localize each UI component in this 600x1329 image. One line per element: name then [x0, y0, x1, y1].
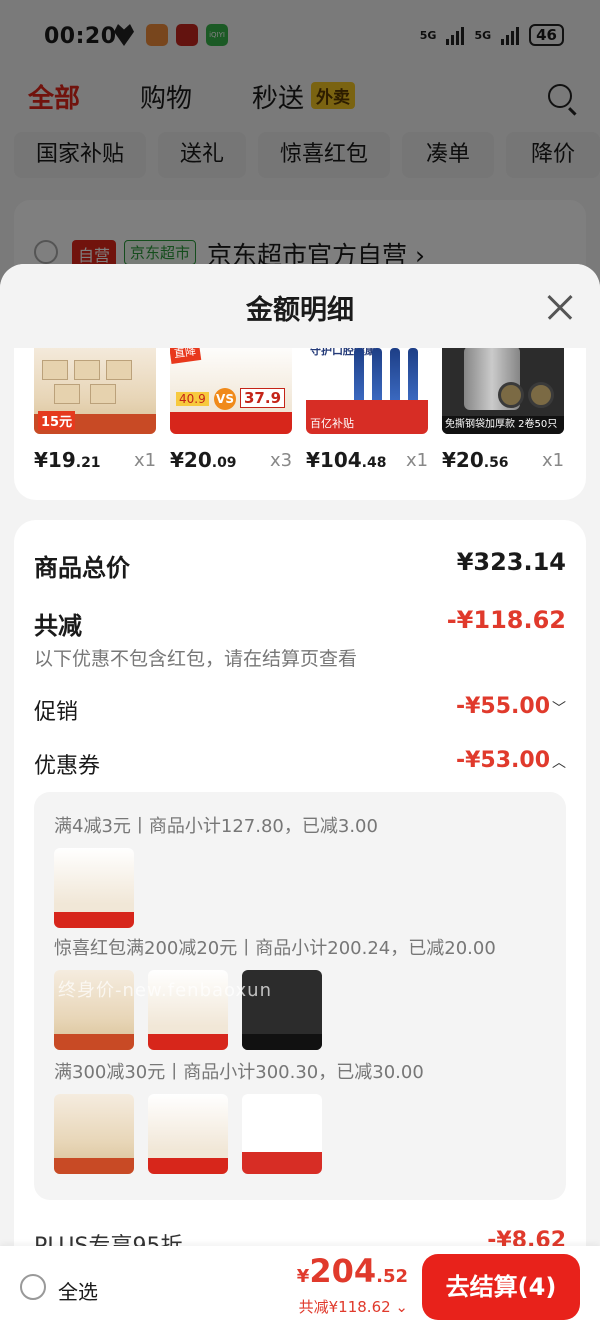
product-list: 15元 ¥19.21 x1 直降 40.9 VS 37.9 ¥20.09 x3 …	[14, 348, 586, 500]
subsidy-badge: 百亿补贴	[310, 417, 354, 430]
promo-value: -¥55.00	[455, 694, 550, 719]
promo-row[interactable]: -¥55.00 ﹀	[456, 694, 566, 719]
product-label: 守护口腔健康	[310, 348, 376, 357]
product-tag: 15元	[38, 411, 76, 430]
sheet-header: 金额明细	[0, 264, 600, 348]
vs-icon: VS	[214, 388, 236, 410]
saved-amount[interactable]: 共减¥118.62 ⌄	[299, 1296, 408, 1317]
coupon-rule: 惊喜红包满200减20元丨商品小计200.24，已减20.00	[54, 938, 496, 959]
promo-stamp-icon: 直降	[170, 348, 202, 364]
coupon-products	[54, 1094, 322, 1174]
reduce-value: -¥118.62	[446, 606, 566, 634]
coupon-rule: 满4减3元丨商品小计127.80，已减3.00	[54, 816, 378, 837]
chevron-down-icon: ﹀	[552, 701, 566, 717]
product-qty: x1	[406, 450, 429, 471]
product-price: ¥19.21	[34, 448, 101, 472]
sheet-title: 金额明细	[246, 295, 354, 326]
total-price: ¥204.52	[296, 1252, 408, 1290]
product-image: 免撕钢袋加厚款 2卷50只	[442, 348, 564, 434]
amount-breakdown: 商品总价 ¥323.14 共减 -¥118.62 以下优惠不包含红包，请在结算页…	[14, 520, 586, 1280]
watermark: 终身价-new.fenbaoxun	[58, 980, 272, 1001]
coupon-rule: 满300减30元丨商品小计300.30，已减30.00	[54, 1062, 424, 1083]
product-qty: x1	[134, 450, 157, 471]
product-image: 守护口腔健康 百亿补贴	[306, 348, 428, 434]
compare-price: 40.9	[176, 392, 209, 406]
checkout-bar: 全选 ¥204.52 共减¥118.62 ⌄ 去结算(4)	[0, 1246, 600, 1329]
chevron-up-icon: ︿	[552, 755, 566, 771]
coupon-row[interactable]: -¥53.00 ︿	[456, 748, 566, 773]
mini-product-image	[54, 1094, 134, 1174]
mini-product-image	[242, 1094, 322, 1174]
reduce-label: 共减	[34, 612, 82, 640]
coupon-label[interactable]: 优惠券	[34, 748, 100, 780]
select-all-label[interactable]: 全选	[58, 1276, 98, 1305]
promo-label[interactable]: 促销	[34, 694, 78, 726]
product-image: 直降 40.9 VS 37.9	[170, 348, 292, 434]
mini-product-image	[148, 1094, 228, 1174]
reduce-note: 以下优惠不包含红包，请在结算页查看	[34, 648, 358, 670]
mini-product-image	[54, 848, 134, 928]
goods-total-label: 商品总价	[34, 554, 130, 582]
product-qty: x3	[270, 450, 293, 471]
product-price: ¥20.09	[170, 448, 237, 472]
deal-price: 37.9	[240, 388, 286, 408]
select-all-radio[interactable]	[20, 1274, 46, 1300]
close-icon[interactable]	[546, 294, 572, 320]
product-band: 免撕钢袋加厚款 2卷50只	[442, 416, 564, 434]
product-price: ¥20.56	[442, 448, 509, 472]
product-price: ¥104.48	[306, 448, 387, 472]
product-qty: x1	[542, 450, 565, 471]
goods-total-value: ¥323.14	[456, 548, 566, 576]
amount-detail-sheet: 金额明细 15元 ¥19.21 x1 直降 40.9 VS 37.9 ¥20.0…	[0, 264, 600, 1329]
product-image: 15元	[34, 348, 156, 434]
coupon-products	[54, 848, 134, 928]
checkout-button[interactable]: 去结算(4)	[422, 1254, 580, 1320]
coupon-value: -¥53.00	[455, 748, 550, 773]
